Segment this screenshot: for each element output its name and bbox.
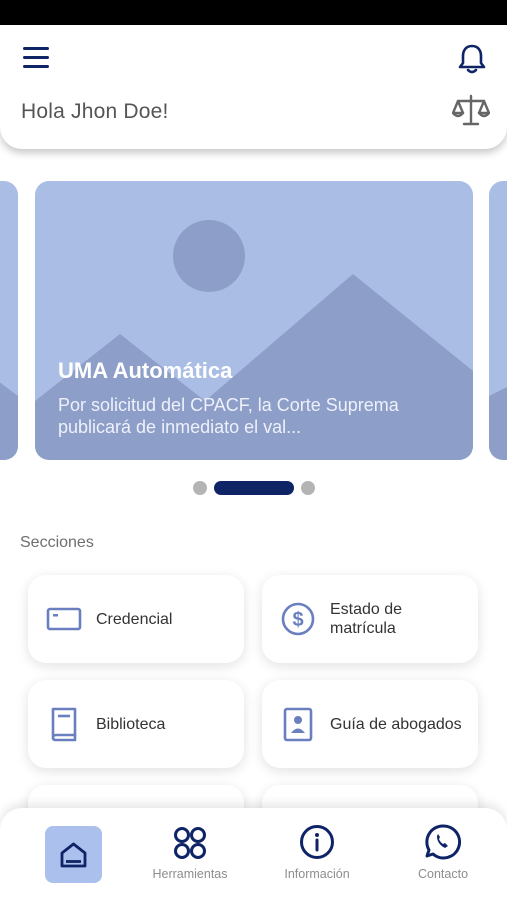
header: Hola Jhon Doe! [0,25,507,149]
carousel-slide-active[interactable]: UMA Automática Por solicitud del CPACF, … [35,181,473,460]
image-placeholder-illustration [0,382,18,460]
section-label: Credencial [96,610,173,628]
section-label: Estado de matrícula [330,601,403,637]
nav-label: Información [284,867,350,881]
carousel-slide-prev[interactable] [0,181,18,460]
section-card-estado-matricula[interactable]: $ Estado de matrícula [262,575,478,663]
info-icon [300,825,334,859]
whatsapp-icon [425,824,462,860]
slide-title: UMA Automática [58,358,233,383]
carousel-dot-active[interactable] [214,481,294,495]
menu-button[interactable] [22,45,50,71]
scales-of-justice-icon [452,94,490,126]
section-label: Biblioteca [96,715,166,733]
nav-item-informacion[interactable]: Información [262,808,372,900]
notifications-button[interactable] [455,42,489,76]
section-card-credencial[interactable]: Credencial [28,575,244,663]
nav-item-herramientas[interactable]: Herramientas [135,808,245,900]
nav-label: Contacto [417,867,469,881]
id-card-icon [46,607,82,631]
bottom-navigation: Herramientas Información Contacto [0,808,507,900]
carousel-dot[interactable] [301,481,315,495]
bell-icon [458,44,486,74]
status-bar [0,0,507,25]
dollar-circle-icon: $ [281,602,315,636]
sections-heading: Secciones [20,534,94,551]
nav-active-indicator [45,826,102,883]
hamburger-menu-icon [23,47,49,68]
slide-description: Por solicitud del CPACF, la Corte Suprem… [58,395,399,437]
nav-item-home[interactable] [9,808,119,900]
greeting-text: Hola Jhon Doe! [21,100,169,123]
carousel-slide-next[interactable] [489,181,507,460]
nav-item-contacto[interactable]: Contacto [388,808,498,900]
grid-circles-icon [174,827,206,859]
contact-book-icon [283,707,313,742]
image-placeholder-illustration [489,387,507,460]
home-icon [60,842,87,868]
section-card-biblioteca[interactable]: Biblioteca [28,680,244,768]
nav-label: Herramientas [152,867,228,881]
carousel-dot[interactable] [193,481,207,495]
book-icon [51,707,77,742]
svg-text:$: $ [292,609,303,631]
news-carousel[interactable]: UMA Automática Por solicitud del CPACF, … [0,181,507,461]
section-card-guia-abogados[interactable]: Guía de abogados [262,680,478,768]
section-label: Guía de abogados [330,715,462,733]
